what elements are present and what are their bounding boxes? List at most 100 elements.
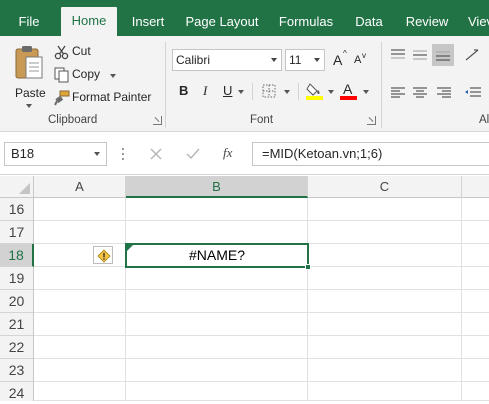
cell[interactable] (308, 221, 462, 244)
cell[interactable] (462, 313, 489, 336)
underline-button[interactable]: U (219, 81, 247, 101)
tab-formulas[interactable]: Formulas (276, 8, 336, 36)
grow-font-button[interactable]: A ^ (331, 49, 349, 70)
cell[interactable] (126, 198, 308, 221)
cell[interactable] (462, 359, 489, 382)
row-header-22[interactable]: 22 (0, 336, 34, 359)
orientation-icon[interactable] (464, 48, 482, 62)
italic-button[interactable]: I (197, 81, 215, 101)
font-launcher-icon[interactable] (367, 116, 376, 125)
active-cell-b18[interactable]: #NAME? (125, 243, 309, 268)
cell[interactable] (126, 382, 308, 401)
cell[interactable] (308, 382, 462, 401)
align-center-icon[interactable] (412, 86, 428, 100)
cell[interactable] (126, 267, 308, 290)
check-icon[interactable] (185, 147, 201, 161)
formula-input[interactable]: =MID(Ketoan.vn;1;6) (252, 142, 489, 166)
row-header-24[interactable]: 24 (0, 382, 34, 401)
name-box[interactable]: B18 (4, 142, 107, 166)
cell[interactable] (126, 313, 308, 336)
borders-dropdown-icon[interactable] (284, 90, 290, 94)
cell[interactable] (126, 290, 308, 313)
column-header-b[interactable]: B (126, 176, 308, 198)
shrink-font-button[interactable]: A v (352, 50, 370, 70)
clipboard-launcher-icon[interactable] (153, 116, 162, 125)
group-divider (165, 42, 166, 128)
insert-function-button[interactable]: fx (223, 145, 232, 161)
bold-button[interactable]: B (175, 81, 193, 101)
close-icon[interactable] (149, 147, 163, 161)
copy-dropdown-icon[interactable] (110, 74, 116, 78)
decrease-indent-icon[interactable] (464, 86, 482, 100)
cell[interactable] (34, 336, 126, 359)
column-header-a[interactable]: A (34, 176, 126, 198)
warning-icon (97, 249, 111, 263)
align-right-icon[interactable] (436, 86, 452, 100)
cell[interactable] (308, 267, 462, 290)
fill-color-dropdown-icon[interactable] (328, 90, 334, 94)
row-header-18[interactable]: 18 (0, 244, 34, 267)
cell[interactable] (34, 313, 126, 336)
cell[interactable] (34, 267, 126, 290)
row-header-17[interactable]: 17 (0, 221, 34, 244)
cell[interactable] (126, 336, 308, 359)
cell[interactable] (308, 198, 462, 221)
cell[interactable] (462, 382, 489, 401)
align-bottom-button[interactable] (432, 44, 454, 66)
column-header-c[interactable]: C (308, 176, 462, 198)
paste-button[interactable]: Paste (10, 42, 48, 108)
tab-data[interactable]: Data (350, 8, 388, 36)
align-top-icon[interactable] (390, 48, 406, 62)
cell[interactable] (126, 221, 308, 244)
splitter-handle[interactable] (121, 146, 125, 162)
cut-button[interactable]: Cut (54, 43, 96, 61)
tab-file[interactable]: File (10, 8, 48, 36)
fill-handle[interactable] (305, 264, 311, 270)
row-header-21[interactable]: 21 (0, 313, 34, 336)
select-all-button[interactable] (0, 176, 34, 198)
tab-review[interactable]: Review (402, 8, 452, 36)
fill-color-button[interactable] (305, 81, 335, 101)
cell[interactable] (462, 244, 489, 267)
toolbar-divider (298, 83, 299, 100)
cell[interactable] (34, 382, 126, 401)
error-options-button[interactable] (93, 246, 113, 264)
font-color-button[interactable]: A (340, 81, 370, 101)
formula-actions: fx (139, 142, 251, 166)
font-family-select[interactable]: Calibri (172, 49, 282, 71)
underline-dropdown-icon[interactable] (238, 90, 244, 94)
paste-dropdown-icon[interactable] (26, 104, 32, 108)
cell[interactable] (462, 221, 489, 244)
align-left-icon[interactable] (390, 86, 406, 100)
cell[interactable] (462, 198, 489, 221)
tab-home[interactable]: Home (61, 7, 117, 36)
cell[interactable] (126, 359, 308, 382)
tab-page-layout[interactable]: Page Layout (183, 8, 261, 36)
copy-button[interactable]: Copy (54, 66, 118, 84)
row-header-19[interactable]: 19 (0, 267, 34, 290)
paint-bucket-icon (306, 83, 323, 100)
cell[interactable] (34, 290, 126, 313)
font-size-select[interactable]: 11 (285, 49, 325, 71)
column-header-next[interactable] (462, 176, 489, 198)
cell[interactable] (308, 313, 462, 336)
borders-button[interactable] (260, 81, 292, 101)
row-header-20[interactable]: 20 (0, 290, 34, 313)
cell[interactable] (308, 336, 462, 359)
row-header-23[interactable]: 23 (0, 359, 34, 382)
tab-view[interactable]: Viev (468, 8, 489, 36)
cell[interactable] (308, 359, 462, 382)
cell[interactable] (462, 267, 489, 290)
cell[interactable] (462, 290, 489, 313)
cell[interactable] (34, 198, 126, 221)
format-painter-button[interactable]: Format Painter (54, 89, 152, 107)
cell[interactable] (34, 359, 126, 382)
font-color-dropdown-icon[interactable] (363, 90, 369, 94)
cell[interactable] (34, 221, 126, 244)
cell[interactable] (462, 336, 489, 359)
cell[interactable] (308, 290, 462, 313)
row-header-16[interactable]: 16 (0, 198, 34, 221)
align-middle-icon[interactable] (412, 48, 428, 62)
tab-insert[interactable]: Insert (126, 8, 170, 36)
cell[interactable] (308, 244, 462, 267)
